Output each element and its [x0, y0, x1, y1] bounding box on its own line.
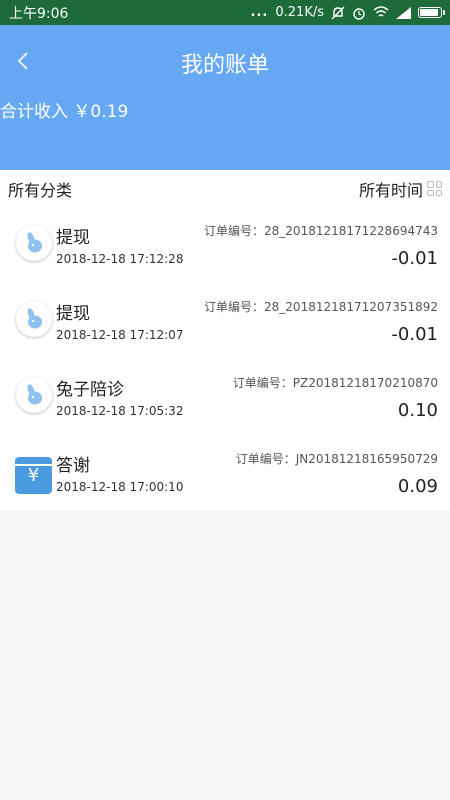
bill-amount: 0.10 — [397, 400, 438, 421]
header: 我的账单 合计收入 ￥0.19 — [0, 25, 450, 170]
status-bar: 上午9:06 ... 0.21K/s — [0, 0, 450, 25]
grid-icon — [427, 181, 442, 196]
yen-wallet-icon: ¥ — [15, 457, 52, 494]
alarm-icon — [353, 7, 365, 20]
time-filter-label: 所有时间 — [358, 180, 423, 200]
notification-dots: ... — [250, 5, 269, 20]
rabbit-avatar-icon — [16, 377, 52, 413]
rabbit-icon — [27, 232, 42, 253]
total-income: 合计收入 ￥0.19 — [0, 97, 128, 122]
page-title: 我的账单 — [180, 53, 269, 78]
bill-date: 2018-12-18 17:12:07 — [56, 328, 184, 342]
bill-item[interactable]: 提现 2018-12-18 17:12:07 订单编号：28_201812181… — [0, 283, 450, 359]
bill-date: 2018-12-18 17:00:10 — [56, 480, 184, 494]
total-label: 合计收入 — [0, 102, 68, 122]
bill-item[interactable]: 提现 2018-12-18 17:12:28 订单编号：28_201812181… — [0, 207, 450, 283]
bill-item[interactable]: ¥ 答谢 2018-12-18 17:00:10 订单编号：JN20181218… — [0, 435, 450, 511]
bill-date: 2018-12-18 17:12:28 — [56, 252, 184, 266]
status-time: 上午9:06 — [9, 5, 69, 22]
battery-fill — [420, 9, 438, 16]
order-number: 订单编号：JN20181218165950729 — [235, 452, 438, 466]
bill-title: 答谢 — [56, 456, 90, 476]
bill-item[interactable]: 兔子陪诊 2018-12-18 17:05:32 订单编号：PZ20181218… — [0, 359, 450, 435]
signal-icon — [396, 6, 411, 19]
bill-title: 兔子陪诊 — [56, 380, 124, 400]
bill-amount: -0.01 — [391, 324, 438, 345]
network-speed: 0.21K/s — [275, 5, 324, 20]
time-filter[interactable]: 所有时间 — [359, 177, 442, 201]
mute-icon — [331, 6, 345, 19]
bill-title: 提现 — [56, 304, 90, 324]
total-value: ￥0.19 — [73, 102, 129, 122]
wifi-icon — [373, 6, 389, 17]
rabbit-avatar-icon — [16, 225, 52, 261]
bill-title: 提现 — [56, 228, 90, 248]
rabbit-icon — [27, 308, 42, 329]
bill-list: 提现 2018-12-18 17:12:28 订单编号：28_201812181… — [0, 207, 450, 511]
battery-icon — [418, 7, 445, 18]
category-filter[interactable]: 所有分类 — [8, 177, 72, 201]
bill-amount: 0.09 — [397, 476, 438, 497]
filter-bar: 所有分类 所有时间 — [0, 170, 450, 207]
bill-amount: -0.01 — [391, 248, 438, 269]
bill-date: 2018-12-18 17:05:32 — [56, 404, 184, 418]
order-number: 订单编号：PZ20181218170210870 — [232, 376, 438, 390]
order-number: 订单编号：28_20181218171207351892 — [204, 300, 438, 314]
status-icons: ... 0.21K/s — [250, 5, 445, 20]
rabbit-icon — [27, 384, 42, 405]
rabbit-avatar-icon — [16, 301, 52, 337]
order-number: 订单编号：28_20181218171228694743 — [204, 224, 438, 238]
